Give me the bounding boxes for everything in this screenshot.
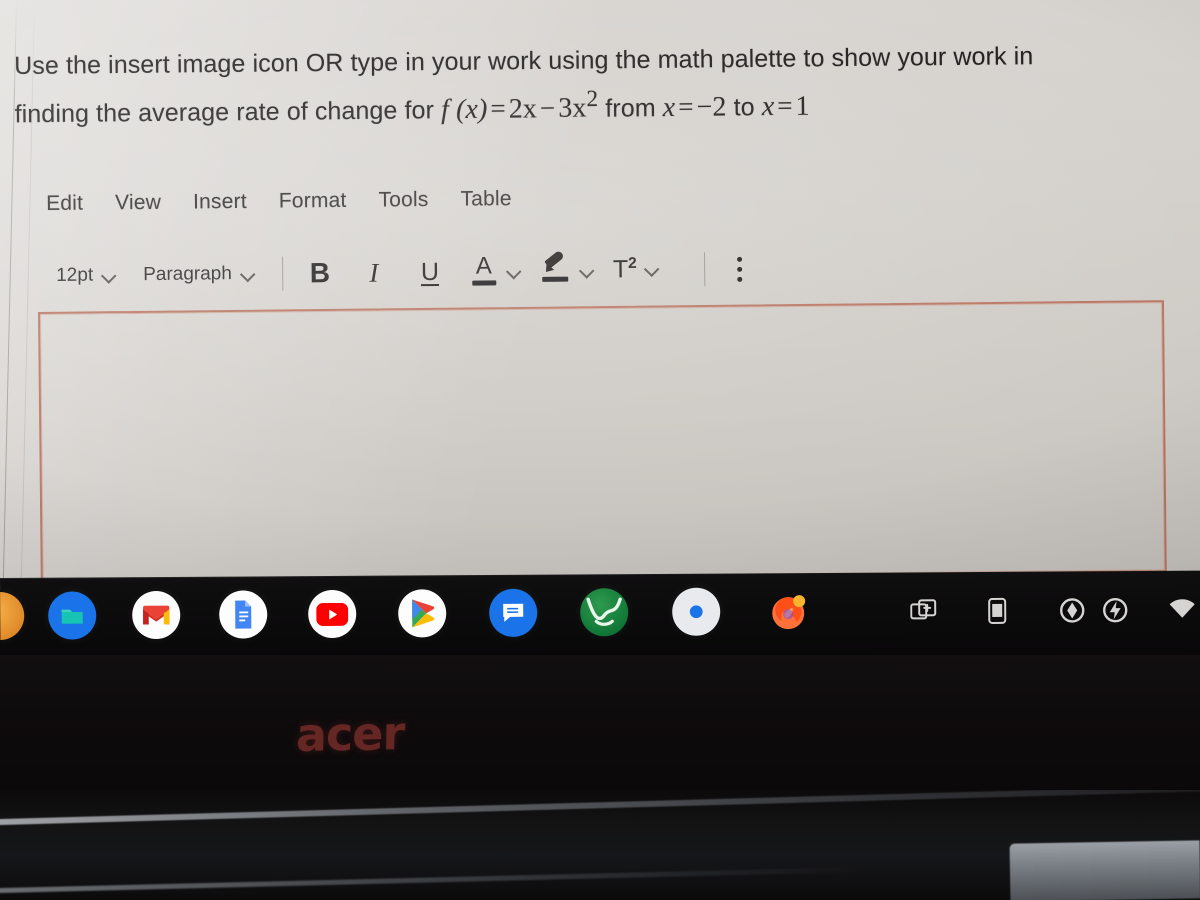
menu-item-edit[interactable]: Edit bbox=[46, 192, 83, 216]
math-to-label: to bbox=[733, 92, 755, 121]
kebab-dot bbox=[737, 276, 743, 282]
hinge-highlight-top bbox=[0, 790, 1200, 827]
files-app-icon[interactable] bbox=[48, 591, 97, 640]
wifi-icon[interactable] bbox=[1165, 593, 1199, 627]
chevron-down-icon bbox=[241, 266, 254, 279]
font-size-value: 12pt bbox=[56, 264, 94, 286]
gmail-m-glyph bbox=[143, 605, 170, 625]
keyboard-deck-edge bbox=[1009, 840, 1200, 900]
chevron-down-icon[interactable] bbox=[507, 264, 520, 277]
highlighter-icon bbox=[540, 249, 572, 288]
more-options-button[interactable] bbox=[727, 252, 753, 286]
block-format-value: Paragraph bbox=[143, 263, 233, 286]
math-equals-1: = bbox=[490, 93, 506, 124]
settings-app-icon[interactable] bbox=[672, 587, 721, 636]
rich-text-editing-area[interactable] bbox=[38, 300, 1167, 584]
superscript-icon: T2 bbox=[613, 255, 637, 285]
superscript-base: T bbox=[612, 255, 629, 284]
math-x-lower-value: −2 bbox=[696, 90, 727, 123]
photographed-chromebook: Use the insert image icon OR type in you… bbox=[0, 0, 1200, 900]
superscript-control[interactable]: T2 bbox=[613, 255, 658, 285]
desmos-app-icon[interactable] bbox=[580, 588, 629, 637]
chevron-down-icon bbox=[102, 268, 115, 281]
youtube-app-icon[interactable] bbox=[308, 589, 357, 639]
text-color-control[interactable]: A bbox=[469, 252, 520, 289]
play-triangle-glyph bbox=[411, 599, 434, 628]
highlight-color-control[interactable] bbox=[540, 249, 593, 288]
phone-glyph bbox=[988, 597, 1007, 624]
math-equals-3: = bbox=[777, 90, 793, 121]
bold-button[interactable]: B bbox=[303, 255, 337, 291]
math-term-1: 2x bbox=[508, 92, 538, 125]
kebab-dot bbox=[737, 266, 743, 272]
menu-item-insert[interactable]: Insert bbox=[193, 190, 247, 215]
screen-capture-icon[interactable] bbox=[907, 594, 941, 628]
font-size-dropdown[interactable]: 12pt bbox=[56, 264, 115, 287]
menu-item-tools[interactable]: Tools bbox=[378, 188, 428, 213]
block-format-dropdown[interactable]: Paragraph bbox=[143, 263, 254, 286]
text-color-icon: A bbox=[469, 252, 499, 288]
menu-item-format[interactable]: Format bbox=[279, 189, 347, 214]
prompt-line-2: finding the average rate of change for f… bbox=[14, 75, 1184, 136]
firefox-flame-glyph bbox=[772, 595, 806, 630]
play-store-app-icon[interactable] bbox=[398, 589, 447, 638]
chevron-down-icon[interactable] bbox=[645, 262, 658, 275]
editor-menubar: Edit View Insert Format Tools Table bbox=[46, 187, 512, 216]
superscript-exponent: 2 bbox=[628, 255, 637, 273]
editor-toolbar: 12pt Paragraph B I U A T2 bbox=[56, 249, 753, 294]
gear-icon bbox=[683, 599, 707, 624]
math-equals-2: = bbox=[678, 91, 694, 122]
math-from-label: from bbox=[605, 93, 656, 123]
math-x-upper-label: x bbox=[761, 90, 775, 122]
hinge-highlight-bottom bbox=[0, 867, 860, 894]
laptop-hinge bbox=[0, 790, 1200, 900]
menu-item-table[interactable]: Table bbox=[460, 187, 511, 212]
math-term-2-exponent: 2 bbox=[586, 85, 599, 113]
battery-saver-icon[interactable] bbox=[1098, 593, 1132, 627]
math-x-lower-label: x bbox=[662, 91, 676, 123]
google-docs-app-icon[interactable] bbox=[219, 590, 268, 639]
wifi-signal-glyph bbox=[1169, 599, 1195, 618]
underline-button[interactable]: U bbox=[413, 254, 447, 290]
kebab-dot bbox=[737, 256, 743, 262]
charge-bolt-circle-glyph bbox=[1103, 597, 1128, 623]
math-term-2: 3x2 bbox=[558, 86, 598, 124]
laptop-screen: Use the insert image icon OR type in you… bbox=[0, 0, 1200, 590]
menu-item-view[interactable]: View bbox=[115, 191, 161, 215]
prompt-line-2-prefix: finding the average rate of change for bbox=[14, 95, 435, 128]
italic-button[interactable]: I bbox=[357, 254, 391, 290]
messages-app-icon[interactable] bbox=[489, 588, 538, 638]
launcher-icon[interactable] bbox=[0, 591, 25, 641]
docs-document-glyph bbox=[235, 600, 252, 629]
assignment-prompt: Use the insert image icon OR type in you… bbox=[14, 35, 1185, 136]
toolbar-divider-2 bbox=[703, 252, 705, 287]
youtube-play-glyph bbox=[316, 602, 349, 626]
desmos-curve-glyph bbox=[586, 597, 622, 626]
acer-brand-logo: acer bbox=[296, 706, 405, 762]
acer-brand-logo-text: acer bbox=[295, 706, 405, 762]
laptop-bezel: acer bbox=[0, 655, 1200, 805]
chromeos-shelf bbox=[0, 570, 1200, 660]
toolbar-divider-1 bbox=[281, 256, 284, 291]
phone-hub-icon[interactable] bbox=[980, 594, 1014, 628]
chat-bubble-glyph bbox=[503, 603, 524, 622]
firefox-app-icon[interactable] bbox=[765, 587, 813, 635]
chevron-down-icon[interactable] bbox=[580, 263, 593, 276]
highlight-color-swatch-bar bbox=[541, 276, 568, 282]
folder-glyph bbox=[61, 609, 83, 624]
math-x-upper-value: 1 bbox=[795, 90, 810, 122]
math-minus: − bbox=[539, 92, 556, 123]
text-color-glyph: A bbox=[475, 252, 492, 280]
battery-status-icon[interactable] bbox=[1055, 593, 1089, 627]
gmail-app-icon[interactable] bbox=[132, 590, 181, 640]
screen-capture-glyph bbox=[910, 599, 937, 620]
math-term-2-base: 3x bbox=[558, 92, 587, 124]
battery-circle-glyph bbox=[1060, 598, 1085, 623]
math-function-label: f (x) bbox=[440, 93, 488, 125]
text-color-swatch-bar bbox=[471, 280, 497, 286]
